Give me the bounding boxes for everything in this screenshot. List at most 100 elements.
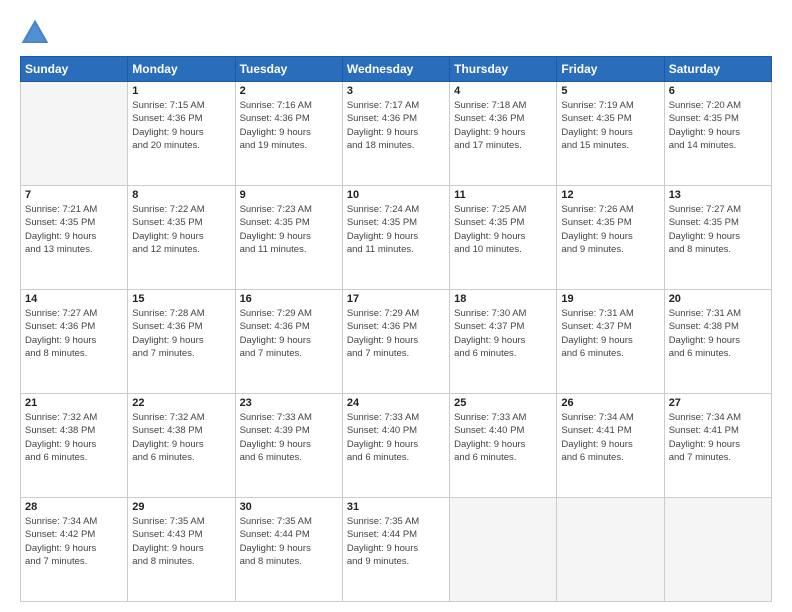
calendar-cell: 28 Sunrise: 7:34 AM Sunset: 4:42 PM Dayli… (21, 498, 128, 602)
day-info: Sunrise: 7:15 AM Sunset: 4:36 PM Dayligh… (132, 99, 230, 152)
calendar-week-row: 28 Sunrise: 7:34 AM Sunset: 4:42 PM Dayli… (21, 498, 772, 602)
logo-icon (20, 18, 50, 48)
day-info: Sunrise: 7:21 AM Sunset: 4:35 PM Dayligh… (25, 203, 123, 256)
day-number: 26 (561, 397, 659, 409)
calendar-cell: 10 Sunrise: 7:24 AM Sunset: 4:35 PM Dayli… (342, 186, 449, 290)
day-number: 11 (454, 189, 552, 201)
day-number: 18 (454, 293, 552, 305)
calendar-cell: 21 Sunrise: 7:32 AM Sunset: 4:38 PM Dayli… (21, 394, 128, 498)
day-header-wednesday: Wednesday (342, 57, 449, 82)
calendar-cell: 27 Sunrise: 7:34 AM Sunset: 4:41 PM Dayli… (664, 394, 771, 498)
day-info: Sunrise: 7:28 AM Sunset: 4:36 PM Dayligh… (132, 307, 230, 360)
day-info: Sunrise: 7:35 AM Sunset: 4:43 PM Dayligh… (132, 515, 230, 568)
day-number: 2 (240, 85, 338, 97)
calendar-week-row: 7 Sunrise: 7:21 AM Sunset: 4:35 PM Daylig… (21, 186, 772, 290)
calendar-cell: 5 Sunrise: 7:19 AM Sunset: 4:35 PM Daylig… (557, 82, 664, 186)
calendar-week-row: 1 Sunrise: 7:15 AM Sunset: 4:36 PM Daylig… (21, 82, 772, 186)
day-number: 3 (347, 85, 445, 97)
day-info: Sunrise: 7:32 AM Sunset: 4:38 PM Dayligh… (132, 411, 230, 464)
calendar-cell: 26 Sunrise: 7:34 AM Sunset: 4:41 PM Dayli… (557, 394, 664, 498)
day-number: 10 (347, 189, 445, 201)
day-info: Sunrise: 7:22 AM Sunset: 4:35 PM Dayligh… (132, 203, 230, 256)
calendar-cell: 7 Sunrise: 7:21 AM Sunset: 4:35 PM Daylig… (21, 186, 128, 290)
day-number: 23 (240, 397, 338, 409)
day-header-monday: Monday (128, 57, 235, 82)
day-info: Sunrise: 7:34 AM Sunset: 4:41 PM Dayligh… (561, 411, 659, 464)
day-info: Sunrise: 7:20 AM Sunset: 4:35 PM Dayligh… (669, 99, 767, 152)
calendar-cell: 29 Sunrise: 7:35 AM Sunset: 4:43 PM Dayli… (128, 498, 235, 602)
day-number: 30 (240, 501, 338, 513)
calendar-cell: 23Sunrise: 7:33 AM Sunset: 4:39 PM Dayli… (235, 394, 342, 498)
calendar-cell: 15 Sunrise: 7:28 AM Sunset: 4:36 PM Dayli… (128, 290, 235, 394)
day-info: Sunrise: 7:23 AM Sunset: 4:35 PM Dayligh… (240, 203, 338, 256)
day-number: 12 (561, 189, 659, 201)
day-info: Sunrise: 7:35 AM Sunset: 4:44 PM Dayligh… (240, 515, 338, 568)
day-number: 24 (347, 397, 445, 409)
day-info: Sunrise: 7:29 AM Sunset: 4:36 PM Dayligh… (240, 307, 338, 360)
logo (20, 18, 56, 48)
day-number: 27 (669, 397, 767, 409)
day-info: Sunrise: 7:16 AM Sunset: 4:36 PM Dayligh… (240, 99, 338, 152)
calendar-cell: 30 Sunrise: 7:35 AM Sunset: 4:44 PM Dayli… (235, 498, 342, 602)
calendar-cell: 19Sunrise: 7:31 AM Sunset: 4:37 PM Dayli… (557, 290, 664, 394)
day-header-friday: Friday (557, 57, 664, 82)
calendar-week-row: 14 Sunrise: 7:27 AM Sunset: 4:36 PM Dayli… (21, 290, 772, 394)
day-info: Sunrise: 7:32 AM Sunset: 4:38 PM Dayligh… (25, 411, 123, 464)
day-info: Sunrise: 7:27 AM Sunset: 4:35 PM Dayligh… (669, 203, 767, 256)
day-info: Sunrise: 7:18 AM Sunset: 4:36 PM Dayligh… (454, 99, 552, 152)
calendar-cell: 1 Sunrise: 7:15 AM Sunset: 4:36 PM Daylig… (128, 82, 235, 186)
day-info: Sunrise: 7:35 AM Sunset: 4:44 PM Dayligh… (347, 515, 445, 568)
day-number: 9 (240, 189, 338, 201)
header (20, 18, 772, 48)
calendar-cell: 24 Sunrise: 7:33 AM Sunset: 4:40 PM Dayli… (342, 394, 449, 498)
day-info: Sunrise: 7:34 AM Sunset: 4:42 PM Dayligh… (25, 515, 123, 568)
calendar-cell: 14 Sunrise: 7:27 AM Sunset: 4:36 PM Dayli… (21, 290, 128, 394)
day-number: 4 (454, 85, 552, 97)
day-number: 15 (132, 293, 230, 305)
day-header-thursday: Thursday (450, 57, 557, 82)
day-number: 6 (669, 85, 767, 97)
calendar-cell: 31 Sunrise: 7:35 AM Sunset: 4:44 PM Dayli… (342, 498, 449, 602)
day-number: 29 (132, 501, 230, 513)
day-info: Sunrise: 7:26 AM Sunset: 4:35 PM Dayligh… (561, 203, 659, 256)
day-number: 7 (25, 189, 123, 201)
day-info: Sunrise: 7:30 AM Sunset: 4:37 PM Dayligh… (454, 307, 552, 360)
day-number: 5 (561, 85, 659, 97)
day-number: 28 (25, 501, 123, 513)
calendar-cell: 13 Sunrise: 7:27 AM Sunset: 4:35 PM Dayli… (664, 186, 771, 290)
day-info: Sunrise: 7:24 AM Sunset: 4:35 PM Dayligh… (347, 203, 445, 256)
day-info: Sunrise: 7:25 AM Sunset: 4:35 PM Dayligh… (454, 203, 552, 256)
day-number: 17 (347, 293, 445, 305)
calendar-cell: 16 Sunrise: 7:29 AM Sunset: 4:36 PM Dayli… (235, 290, 342, 394)
day-number: 16 (240, 293, 338, 305)
day-number: 20 (669, 293, 767, 305)
calendar-cell: 20 Sunrise: 7:31 AM Sunset: 4:38 PM Dayli… (664, 290, 771, 394)
day-number: 31 (347, 501, 445, 513)
day-info: Sunrise: 7:27 AM Sunset: 4:36 PM Dayligh… (25, 307, 123, 360)
calendar-cell (450, 498, 557, 602)
day-number: 14 (25, 293, 123, 305)
day-number: 21 (25, 397, 123, 409)
day-info: Sunrise: 7:29 AM Sunset: 4:36 PM Dayligh… (347, 307, 445, 360)
calendar-cell: 6 Sunrise: 7:20 AM Sunset: 4:35 PM Daylig… (664, 82, 771, 186)
calendar-cell: 17 Sunrise: 7:29 AM Sunset: 4:36 PM Dayli… (342, 290, 449, 394)
calendar-cell (21, 82, 128, 186)
day-number: 1 (132, 85, 230, 97)
calendar-cell: 3Sunrise: 7:17 AM Sunset: 4:36 PM Daylig… (342, 82, 449, 186)
day-number: 25 (454, 397, 552, 409)
calendar-cell: 8Sunrise: 7:22 AM Sunset: 4:35 PM Daylig… (128, 186, 235, 290)
calendar-cell: 2 Sunrise: 7:16 AM Sunset: 4:36 PM Daylig… (235, 82, 342, 186)
day-info: Sunrise: 7:33 AM Sunset: 4:40 PM Dayligh… (454, 411, 552, 464)
calendar-cell: 22 Sunrise: 7:32 AM Sunset: 4:38 PM Dayli… (128, 394, 235, 498)
calendar-cell (557, 498, 664, 602)
day-info: Sunrise: 7:33 AM Sunset: 4:40 PM Dayligh… (347, 411, 445, 464)
calendar-cell: 25 Sunrise: 7:33 AM Sunset: 4:40 PM Dayli… (450, 394, 557, 498)
calendar-cell: 12 Sunrise: 7:26 AM Sunset: 4:35 PM Dayli… (557, 186, 664, 290)
day-number: 22 (132, 397, 230, 409)
calendar-cell: 11 Sunrise: 7:25 AM Sunset: 4:35 PM Dayli… (450, 186, 557, 290)
day-number: 13 (669, 189, 767, 201)
day-info: Sunrise: 7:31 AM Sunset: 4:38 PM Dayligh… (669, 307, 767, 360)
day-info: Sunrise: 7:19 AM Sunset: 4:35 PM Dayligh… (561, 99, 659, 152)
day-number: 19 (561, 293, 659, 305)
day-info: Sunrise: 7:34 AM Sunset: 4:41 PM Dayligh… (669, 411, 767, 464)
